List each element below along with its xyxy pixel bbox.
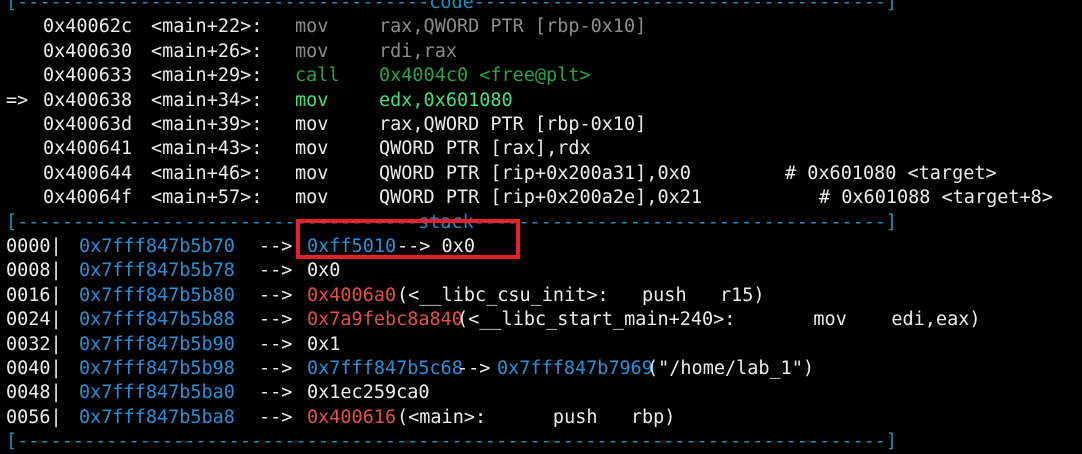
current-instruction-marker xyxy=(6,162,28,186)
instruction-address: 0x40064f xyxy=(43,187,133,209)
instruction-address: 0x400630 xyxy=(43,40,133,62)
instruction-operands: rax,QWORD PTR [rbp-0x10] xyxy=(379,114,647,135)
stack-annotation: (<__libc_start_main+240>: mov edi,eax) xyxy=(457,309,981,331)
current-instruction-marker xyxy=(6,40,28,64)
instruction-opcode: mov xyxy=(295,162,329,184)
stack-address: 0x7fff847b5b70 xyxy=(79,236,235,257)
instruction-opcode: call xyxy=(295,65,340,87)
stack-arrow: --> xyxy=(259,284,293,306)
instruction-operands: QWORD PTR [rip+0x200a2e],0x21 xyxy=(379,187,703,209)
instruction-operands: rax,QWORD PTR [rbp-0x10] xyxy=(379,16,647,38)
instruction-symbol: <main+22>: xyxy=(151,16,263,38)
stack-address: 0x7fff847b5b88 xyxy=(79,309,235,331)
stack-address: 0x7fff847b5b78 xyxy=(79,260,235,282)
instruction-address: 0x400633 xyxy=(43,65,133,87)
current-instruction-marker xyxy=(6,15,28,39)
stack-arrow: --> xyxy=(259,309,293,331)
instruction-address: 0x40062c xyxy=(43,16,133,38)
bottom-separator: [---------------------------------------… xyxy=(6,430,897,454)
stack-arrow: --> xyxy=(259,382,293,404)
stack-offset: 0040| xyxy=(6,358,62,379)
stack-annotation: ("/home/lab_1") xyxy=(647,358,815,379)
stack-annotation: (<__libc_csu_init>: push r15) xyxy=(397,284,765,306)
stack-value: 0x7a9febc8a840 xyxy=(307,309,463,331)
instruction-opcode: mov xyxy=(295,187,329,209)
instruction-symbol: <main+26>: xyxy=(151,40,263,62)
current-instruction-marker xyxy=(6,64,28,88)
instruction-operands: QWORD PTR [rax],rdx xyxy=(379,138,591,160)
instruction-operands: 0x4004c0 <free@plt> xyxy=(379,65,591,87)
stack-address: 0x7fff847b5ba0 xyxy=(79,382,235,404)
instruction-symbol: <main+29>: xyxy=(151,65,263,87)
highlight-box xyxy=(296,219,520,259)
instruction-address: 0x400638 xyxy=(43,89,133,111)
stack-address: 0x7fff847b5b90 xyxy=(79,333,235,355)
stack-arrow: --> xyxy=(259,406,293,428)
stack-value: 0x4006a0 xyxy=(307,284,397,306)
code-separator: [-------------------------------------co… xyxy=(6,0,897,15)
instruction-operands: rdi,rax xyxy=(379,40,457,62)
instruction-operands: edx,0x601080 xyxy=(379,89,513,111)
stack-offset: 0032| xyxy=(6,333,62,355)
stack-chain-arrow: --> xyxy=(457,358,491,379)
code-separator-text: [-------------------------------------co… xyxy=(6,0,898,13)
stack-offset: 0016| xyxy=(6,284,62,306)
current-instruction-marker xyxy=(6,186,28,210)
current-instruction-marker: => xyxy=(6,89,29,111)
current-instruction-marker xyxy=(6,137,28,161)
stack-offset: 0000| xyxy=(6,236,62,257)
instruction-opcode: mov xyxy=(295,40,329,62)
stack-arrow: --> xyxy=(259,333,293,355)
instruction-opcode: mov xyxy=(295,138,329,160)
stack-value: 0x0 xyxy=(307,260,341,282)
instruction-symbol: <main+57>: xyxy=(151,187,263,209)
instruction-address: 0x400644 xyxy=(43,162,133,184)
instruction-opcode: mov xyxy=(295,114,329,135)
instruction-opcode: mov xyxy=(295,16,329,38)
stack-arrow: --> xyxy=(259,236,293,257)
instruction-address: 0x400641 xyxy=(43,138,133,160)
instruction-symbol: <main+34>: xyxy=(151,89,263,111)
stack-chain-address: 0x7fff847b7969 xyxy=(497,358,653,379)
stack-value: 0x1 xyxy=(307,333,341,355)
stack-arrow: --> xyxy=(259,260,293,282)
instruction-address: 0x40063d xyxy=(43,114,133,135)
stack-arrow: --> xyxy=(259,358,293,379)
stack-value: 0x7fff847b5c68 xyxy=(307,358,463,379)
current-instruction-marker xyxy=(6,113,28,137)
instruction-symbol: <main+46>: xyxy=(151,162,263,184)
stack-address: 0x7fff847b5ba8 xyxy=(79,406,235,428)
instruction-opcode: mov xyxy=(295,89,329,111)
stack-address: 0x7fff847b5b80 xyxy=(79,284,235,306)
stack-value: 0x1ec259ca0 xyxy=(307,382,430,404)
instruction-symbol: <main+39>: xyxy=(151,114,263,135)
instruction-comment: # 0x601088 <target+8> xyxy=(819,187,1053,209)
stack-value: 0x400616 xyxy=(307,406,397,428)
stack-address: 0x7fff847b5b98 xyxy=(79,358,235,379)
instruction-comment: # 0x601080 <target> xyxy=(785,162,997,184)
stack-offset: 0048| xyxy=(6,382,62,404)
bottom-separator-text: [---------------------------------------… xyxy=(6,431,898,453)
stack-offset: 0024| xyxy=(6,309,62,331)
stack-annotation: (<main>: push rbp) xyxy=(397,406,676,428)
instruction-operands: QWORD PTR [rip+0x200a31],0x0 xyxy=(379,162,691,184)
stack-offset: 0056| xyxy=(6,406,62,428)
instruction-symbol: <main+43>: xyxy=(151,138,263,160)
stack-offset: 0008| xyxy=(6,260,62,282)
